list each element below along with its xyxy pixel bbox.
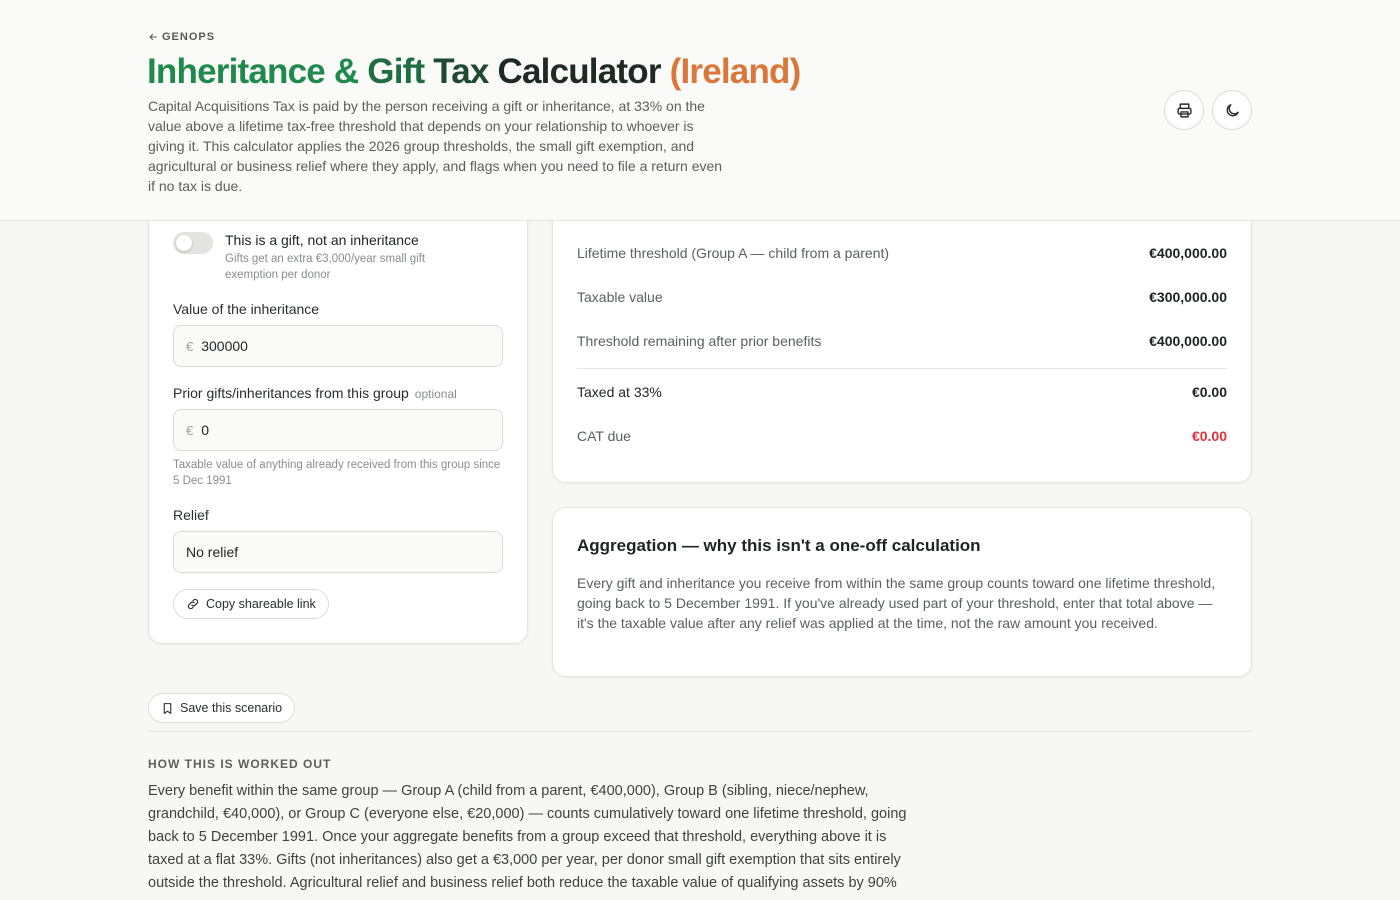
optional-tag: optional [414,387,457,401]
gift-toggle-hint: Gifts get an extra €3,000/year small gif… [225,253,426,281]
result-row-cat-due: CAT due €0.00 [577,428,1227,444]
save-scenario-label: Save this scenario [180,701,283,715]
result-row-taxed: Taxed at 33% €0.00 [577,384,1227,400]
result-label: Lifetime threshold (Group A — child from… [577,245,890,261]
printer-icon [1176,102,1192,118]
back-link[interactable]: GENOPS [148,31,215,43]
result-value: €400,000.00 [1149,245,1227,261]
value-input[interactable] [201,338,462,354]
result-row-remaining: Threshold remaining after prior benefits… [577,333,1227,349]
prior-hint: Taxable value of anything already receiv… [173,459,501,487]
result-value: €400,000.00 [1149,333,1227,349]
calculator-inputs-card: This is a gift, not an inheritance Gifts… [148,160,528,644]
aggregation-body: Every gift and inheritance you receive f… [577,575,1216,631]
euro-prefix: € [186,422,194,438]
page-subtitle: Capital Acquisitions Tax is paid by the … [148,98,723,194]
value-field[interactable]: € [173,325,503,367]
gift-toggle-row[interactable]: This is a gift, not an inheritance Gifts… [173,231,465,283]
title-word: Inheritance [147,52,326,91]
relief-label: Relief [173,507,209,523]
title-word: Calculator [488,52,662,91]
prior-input[interactable] [201,422,462,438]
title-word: Tax [424,52,489,91]
relief-select[interactable]: No relief [173,531,503,573]
result-label: CAT due [577,428,631,444]
link-icon [187,598,199,610]
result-label: Threshold remaining after prior benefits [577,333,822,349]
cat-due-value: €0.00 [1191,428,1227,444]
back-link-label: GENOPS [162,31,216,43]
page-header: GENOPS Inheritance & Gift Tax Calculator… [0,0,1400,221]
prior-label-text: Prior gifts/inheritances from this group [173,385,409,401]
section-divider [148,731,1252,732]
gift-toggle[interactable] [173,232,213,254]
print-button[interactable] [1164,90,1204,130]
title-main: Inheritance & Gift Tax Calculator [147,52,661,91]
how-body: Every benefit within the same group — Gr… [148,783,907,891]
toggle-knob [176,235,192,251]
result-row-threshold: Lifetime threshold (Group A — child from… [577,245,1227,261]
title-country: (Ireland) [660,52,802,91]
result-value: €0.00 [1191,384,1227,400]
moon-icon [1226,103,1239,116]
result-value: €300,000.00 [1149,289,1227,305]
result-label: Taxed at 33% [577,384,662,400]
save-scenario-button[interactable]: Save this scenario [148,693,296,723]
gift-toggle-label: This is a gift, not an inheritance [225,232,419,248]
title-word: & [324,52,359,91]
arrow-left-icon [149,33,157,41]
copy-link-button[interactable]: Copy shareable link [173,589,329,619]
results-divider [577,368,1227,369]
theme-toggle-button[interactable] [1212,90,1252,130]
euro-prefix: € [186,338,194,354]
aggregation-card: Aggregation — why this isn't a one-off c… [552,507,1252,677]
page-title: Inheritance & Gift Tax Calculator (Irela… [147,52,802,92]
bookmark-icon [163,702,172,714]
prior-label: Prior gifts/inheritances from this group… [173,385,457,401]
title-word: Gift [358,52,425,91]
how-heading: HOW THIS IS WORKED OUT [148,757,332,771]
copy-link-label: Copy shareable link [206,597,316,611]
aggregation-title: Aggregation — why this isn't a one-off c… [577,536,981,555]
result-label: Taxable value [577,289,663,305]
prior-field[interactable]: € [173,409,503,451]
value-label: Value of the inheritance [173,301,320,317]
result-row-taxable: Taxable value €300,000.00 [577,289,1227,305]
